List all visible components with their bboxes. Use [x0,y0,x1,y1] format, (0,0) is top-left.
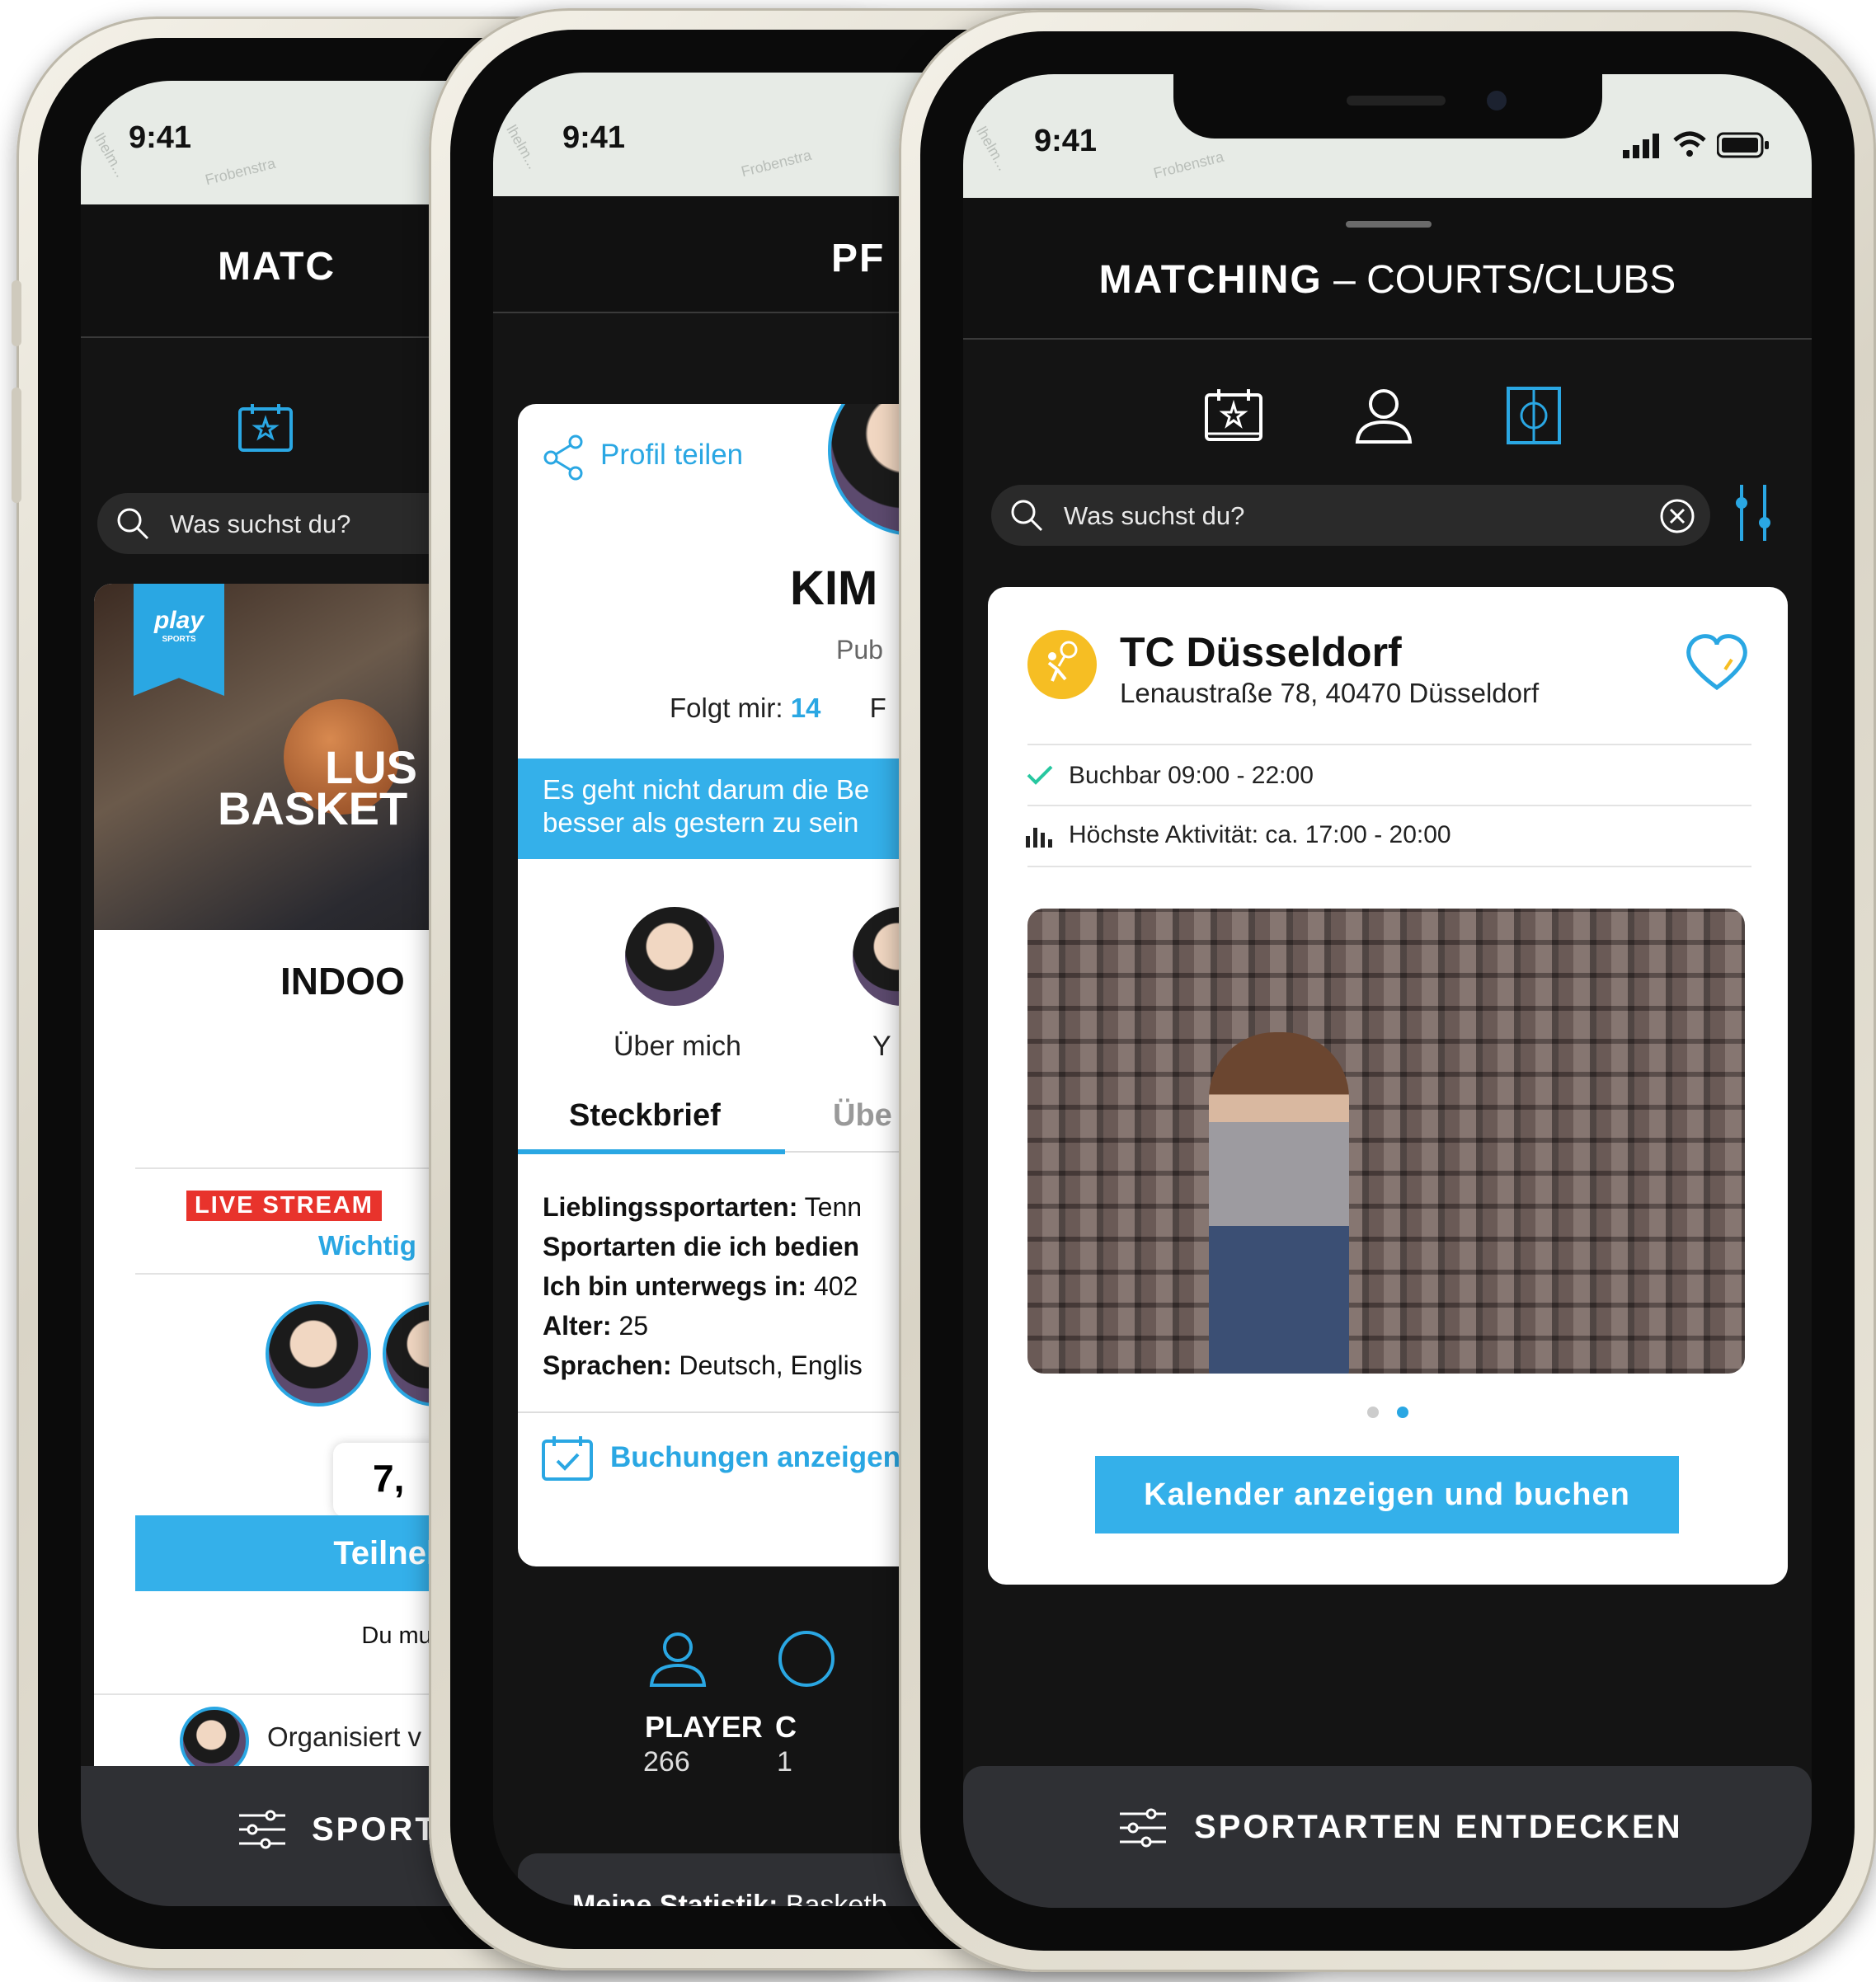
peak-activity: Höchste Aktivität: ca. 17:00 - 20:00 [1069,821,1451,848]
detail-row: Lieblingssportarten: Tenn [543,1192,863,1222]
page-title: PF [831,237,886,280]
carousel-dot[interactable] [1367,1407,1379,1418]
speaker-grille [1346,96,1446,106]
favorite-heart-icon[interactable] [1684,633,1750,693]
player-stat-label: PLAYER [645,1710,763,1744]
detail-row: Sportarten die ich bedien [543,1232,860,1261]
activity-bars-icon [1026,828,1052,848]
info-link[interactable]: Wichtig [318,1230,416,1261]
about-me-avatar[interactable] [625,907,724,1006]
search-placeholder: Was suchst du? [170,510,351,538]
divider [1027,805,1751,806]
calendar-star-icon[interactable] [237,402,294,453]
map-label: lhelm... [973,124,1012,174]
profile-details: Lieblingssportarten: Tenn Sportarten die… [543,1187,863,1385]
drag-handle[interactable] [1346,221,1432,228]
map-label: lhelm... [503,122,542,172]
share-profile-link[interactable]: Profil teilen [600,439,743,472]
photo-person-right [1382,1049,1522,1374]
play-logo: play SPORTS [134,584,224,696]
player-stat-value: 266 [643,1746,690,1778]
photo-person-left [1209,1032,1349,1374]
bottom-bar[interactable]: SPORTARTEN ENTDECKEN [963,1766,1812,1908]
map-label: Frobenstra [739,146,814,181]
search-placeholder: Was suchst du? [1064,501,1245,530]
map-label: lhelm... [91,130,129,181]
filter-sliders-icon [1120,1808,1166,1848]
search-input[interactable]: Was suchst du? [991,485,1710,546]
status-time: 9:41 [562,120,626,155]
check-icon [1027,765,1053,785]
tab-underline [518,1149,785,1154]
filter-sliders-icon [239,1810,285,1849]
person-icon[interactable] [1354,387,1413,445]
club-card[interactable]: TC Düsseldorf Lenaustraße 78, 40470 Düss… [988,587,1788,1585]
bottom-bar-label: SPORTARTEN ENTDECKEN [1194,1809,1683,1845]
club-photo[interactable] [1027,909,1745,1374]
map-label: Frobenstra [203,154,278,189]
divider [1027,744,1751,745]
status-time: 9:41 [1034,124,1098,158]
front-camera [1486,91,1507,110]
bottom-bar-label: SPORT [312,1811,438,1848]
detail-row: Alter: 25 [543,1311,649,1341]
club-tennis-icon [1027,630,1097,699]
participant-avatar[interactable] [266,1301,371,1407]
club-name: TC Düsseldorf [1120,629,1402,675]
battery-icon [1717,132,1769,158]
map-label: Frobenstra [1151,148,1226,182]
organizer-label: Organisiert v [267,1721,422,1752]
second-stat-value: 1 [777,1746,792,1778]
tab-ueber[interactable]: Übe [833,1098,892,1134]
search-icon [117,508,149,540]
page-title: MATC [218,245,336,289]
side-button [12,280,21,346]
phone-screen: lhelm... Frobenstra 9:41 MATCHING – COUR… [963,74,1812,1908]
price-value: 7, [373,1457,405,1500]
share-icon[interactable] [541,434,585,481]
secondary-label[interactable]: Y [872,1031,891,1063]
calendar-check-icon [542,1436,593,1481]
signal-icon [1623,134,1659,158]
bookings-link[interactable]: Buchungen anzeigen [610,1441,900,1474]
calendar-star-icon[interactable] [1204,387,1263,444]
detail-row: Ich bin unterwegs in: 402 [543,1271,858,1301]
page-title: MATCHING – COURTS/CLUBS [1098,258,1676,302]
filter-settings-icon[interactable] [1730,481,1776,544]
live-stream-badge: LIVE STREAM [186,1191,382,1221]
court-icon[interactable] [1506,386,1562,445]
phone-notch [1173,74,1602,139]
carousel-dots[interactable] [1367,1403,1417,1420]
wifi-icon [1673,131,1706,157]
nav-bar: MATCHING – COURTS/CLUBS [963,198,1812,340]
divider [1027,866,1751,867]
banner-line-2: BASKET [218,782,408,834]
profile-name: KIM [790,561,878,615]
club-address: Lenaustraße 78, 40470 Düsseldorf [1120,678,1540,708]
second-stat-label: C [775,1710,797,1744]
followers[interactable]: Folgt mir: 14 F [670,693,886,724]
player-icon [649,1632,707,1687]
search-icon [1011,500,1043,532]
detail-row: Sprachen: Deutsch, Englis [543,1350,863,1380]
bookable-hours: Buchbar 09:00 - 22:00 [1069,762,1314,789]
clear-search-icon[interactable] [1659,498,1695,534]
carousel-dot-active[interactable] [1397,1407,1408,1418]
phone-bezel: lhelm... Frobenstra 9:41 MATCHING – COUR… [920,31,1855,1951]
status-time: 9:41 [129,120,192,155]
phone-right: lhelm... Frobenstra 9:41 MATCHING – COUR… [899,10,1876,1972]
second-stat-icon [778,1631,835,1687]
profile-status: Pub [836,635,883,665]
tab-steckbrief[interactable]: Steckbrief [569,1098,721,1134]
calendar-book-button[interactable]: Kalender anzeigen und buchen [1095,1456,1679,1533]
side-button [12,387,21,503]
about-me-label[interactable]: Über mich [614,1031,741,1063]
event-title: INDOO [280,960,405,1003]
